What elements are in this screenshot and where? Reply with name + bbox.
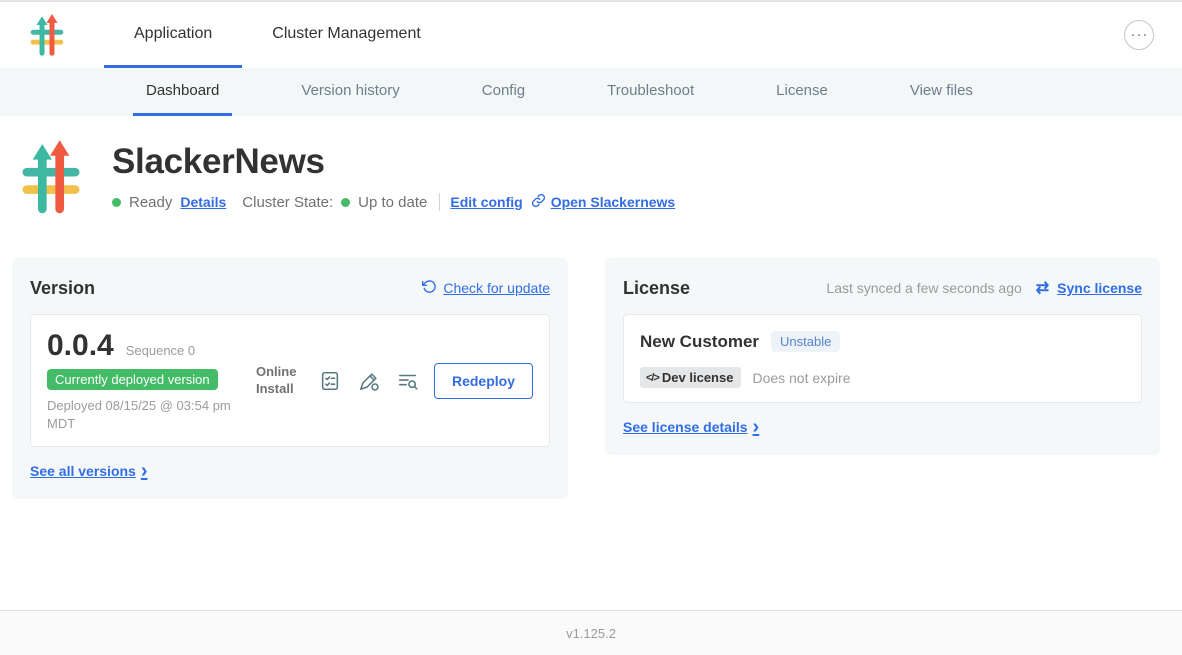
see-license-details-label: See license details <box>623 419 748 435</box>
license-panel: New Customer Unstable </> Dev license Do… <box>623 314 1142 403</box>
install-type-label: Online Install <box>256 364 304 397</box>
customer-name: New Customer <box>640 332 759 352</box>
dev-license-badge: </> Dev license <box>640 367 741 388</box>
subnav-item-config[interactable]: Config <box>469 68 538 116</box>
tab-cluster-management-label: Cluster Management <box>272 25 421 43</box>
subnav-item-version-history[interactable]: Version history <box>288 68 412 116</box>
cluster-state-dot <box>341 198 350 207</box>
check-for-update-link[interactable]: Check for update <box>422 279 550 297</box>
version-card: Version Check for update 0.0.4 Se <box>12 258 568 499</box>
see-all-versions-label: See all versions <box>30 463 136 479</box>
subnav-item-view-files[interactable]: View files <box>897 68 986 116</box>
subnav-item-troubleshoot[interactable]: Troubleshoot <box>594 68 707 116</box>
see-license-details-link[interactable]: See license details › <box>623 419 759 435</box>
subnav-config-label: Config <box>482 82 525 99</box>
subnav-license-label: License <box>776 82 828 99</box>
top-navbar: Application Cluster Management ⋯ <box>0 0 1182 68</box>
top-nav-tabs: Application Cluster Management <box>104 2 451 68</box>
dashboard-cards: Version Check for update 0.0.4 Se <box>0 258 1182 499</box>
current-version-panel: 0.0.4 Sequence 0 Currently deployed vers… <box>30 314 550 447</box>
config-edit-icon[interactable] <box>358 370 380 392</box>
deployed-timestamp: Deployed 08/15/25 @ 03:54 pm MDT <box>47 397 255 432</box>
tab-cluster-management[interactable]: Cluster Management <box>242 2 451 68</box>
subnav-view-files-label: View files <box>910 82 973 99</box>
license-card-title: License <box>623 278 690 299</box>
last-synced-text: Last synced a few seconds ago <box>826 280 1021 296</box>
edit-config-link[interactable]: Edit config <box>450 194 522 210</box>
app-status-text: Ready <box>129 194 172 211</box>
subnav-version-history-label: Version history <box>301 82 399 99</box>
app-status-row: Ready Details Cluster State: Up to date … <box>112 193 683 211</box>
preflight-checks-icon[interactable] <box>319 370 341 392</box>
slackernews-logo-icon <box>30 14 64 56</box>
app-status-dot <box>112 198 121 207</box>
divider <box>439 193 440 211</box>
chevron-right-icon: › <box>141 464 148 478</box>
open-app-link-label: Open Slackernews <box>551 194 676 210</box>
version-action-icons <box>319 370 419 392</box>
app-logo-icon <box>22 140 80 214</box>
app-subnav: Dashboard Version history Config Trouble… <box>0 68 1182 116</box>
license-card: License Last synced a few seconds ago ⇄ … <box>605 258 1160 455</box>
cluster-state-label: Cluster State: <box>242 194 333 211</box>
page-title: SlackerNews <box>112 142 683 182</box>
subnav-item-dashboard[interactable]: Dashboard <box>133 68 232 116</box>
version-card-title: Version <box>30 278 95 299</box>
see-all-versions-link[interactable]: See all versions › <box>30 463 148 479</box>
version-number: 0.0.4 <box>47 329 114 363</box>
cluster-state-value: Up to date <box>358 194 427 211</box>
chevron-right-icon: › <box>753 420 760 434</box>
sequence-label: Sequence 0 <box>126 343 195 358</box>
app-header: SlackerNews Ready Details Cluster State:… <box>0 116 1182 214</box>
redeploy-button[interactable]: Redeploy <box>434 363 533 399</box>
open-app-link[interactable]: Open Slackernews <box>531 193 676 211</box>
admin-console-footer: v1.125.2 <box>0 610 1182 655</box>
check-for-update-label: Check for update <box>443 280 550 296</box>
deployed-badge: Currently deployed version <box>47 369 218 390</box>
details-link[interactable]: Details <box>180 194 226 210</box>
code-icon: </> <box>646 372 659 384</box>
console-version-text: v1.125.2 <box>566 626 616 641</box>
sync-icon: ⇄ <box>1036 278 1049 298</box>
deploy-logs-icon[interactable] <box>397 370 419 392</box>
refresh-icon <box>422 279 437 297</box>
external-link-icon <box>531 193 546 211</box>
tab-application-label: Application <box>134 25 212 43</box>
tab-application[interactable]: Application <box>104 2 242 68</box>
license-expiration: Does not expire <box>752 370 850 386</box>
overflow-menu-button[interactable]: ⋯ <box>1124 20 1154 50</box>
subnav-troubleshoot-label: Troubleshoot <box>607 82 694 99</box>
ellipsis-icon: ⋯ <box>1130 22 1148 48</box>
dev-license-label: Dev license <box>662 370 734 385</box>
subnav-item-license[interactable]: License <box>763 68 841 116</box>
sync-license-link[interactable]: Sync license <box>1057 280 1142 296</box>
subnav-dashboard-label: Dashboard <box>146 82 219 99</box>
channel-badge: Unstable <box>771 331 840 352</box>
